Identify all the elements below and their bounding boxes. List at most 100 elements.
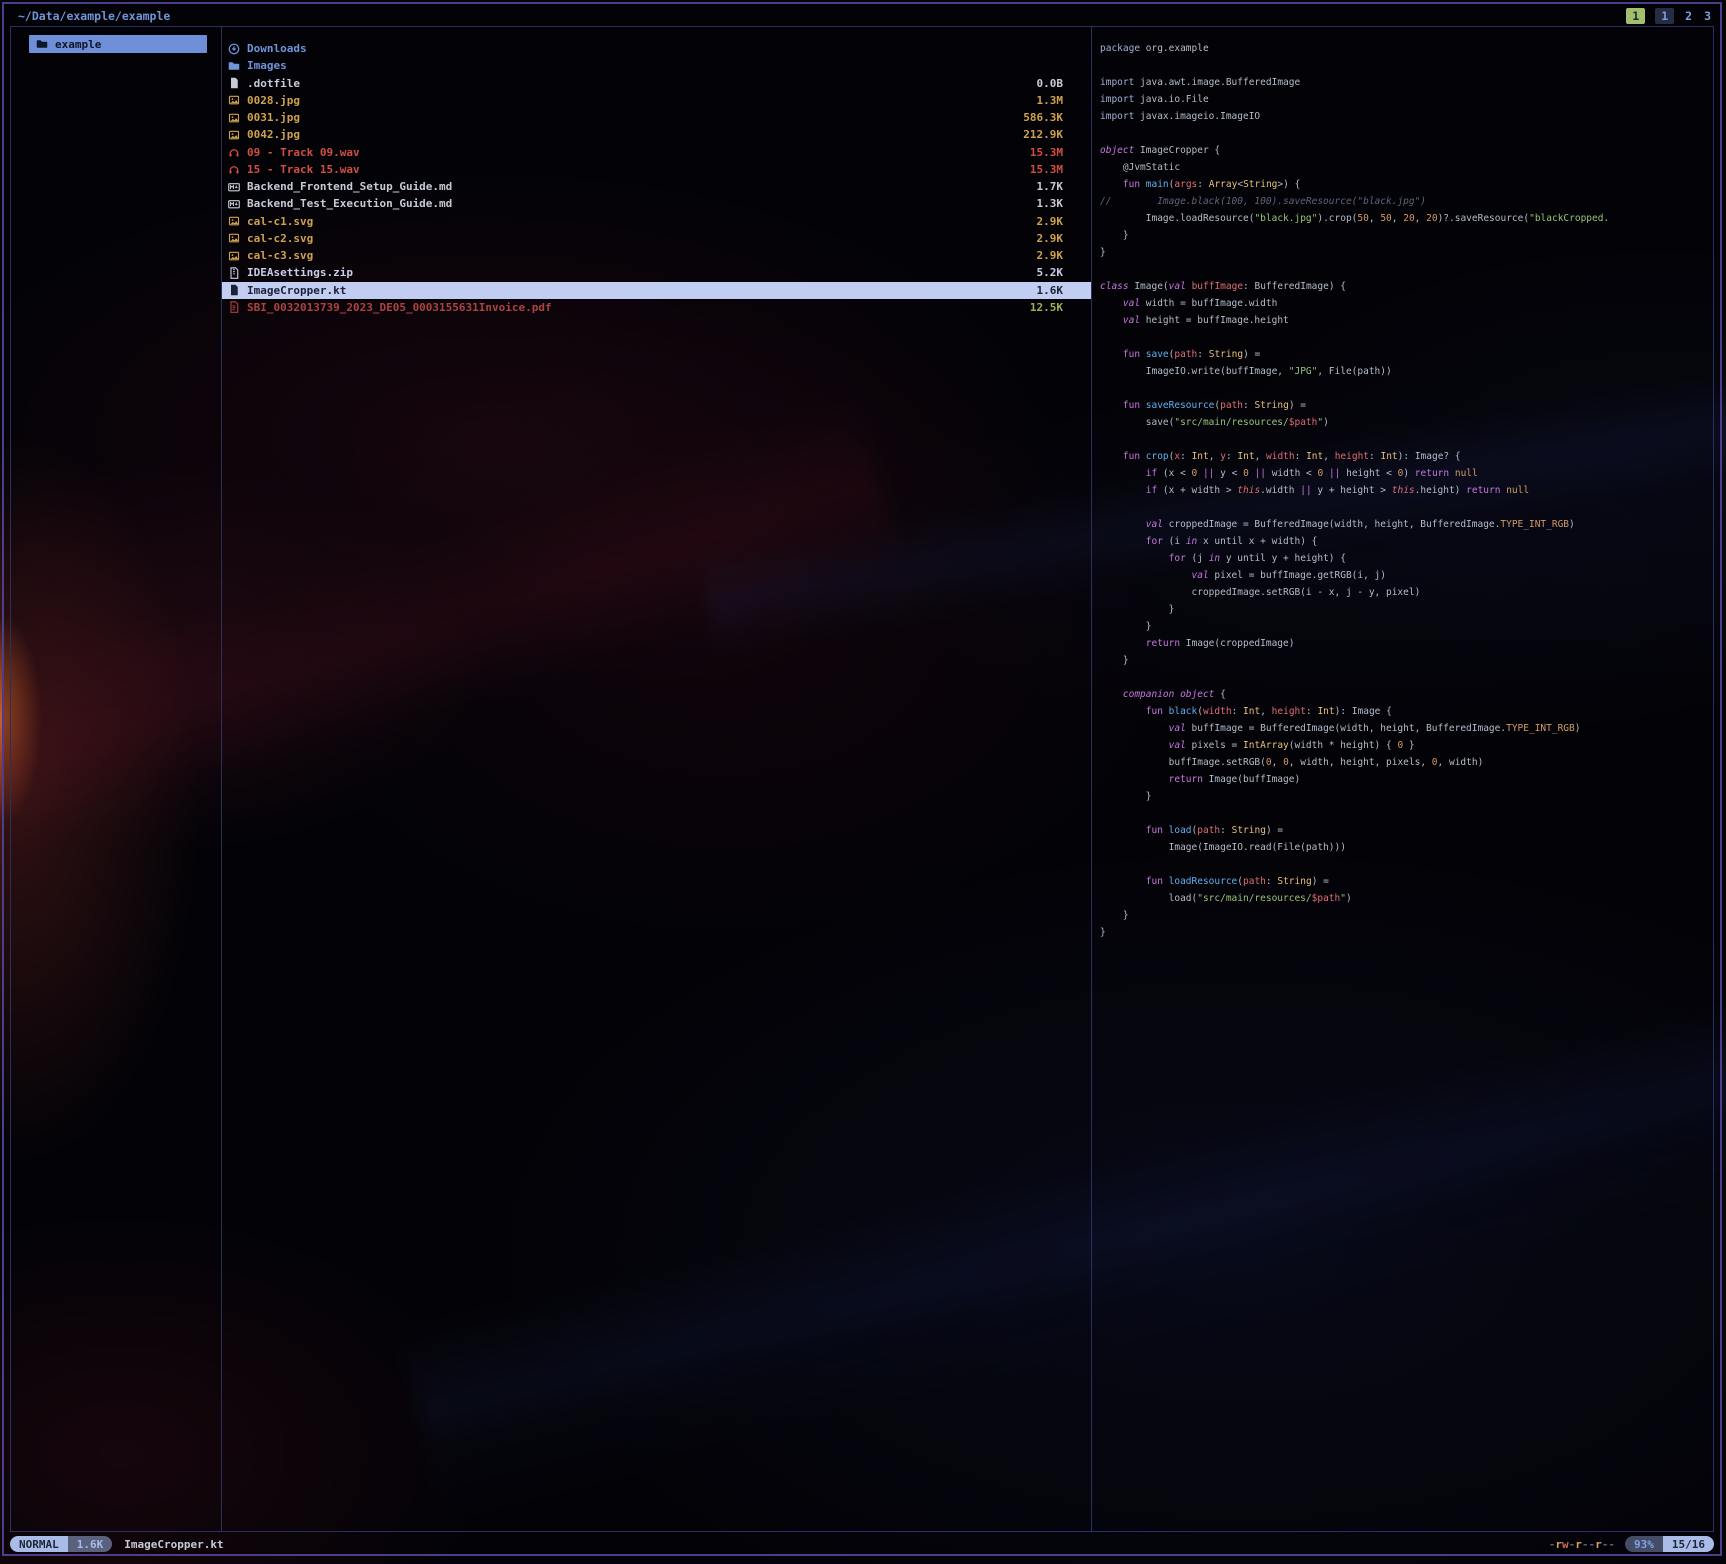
file-name: Backend_Frontend_Setup_Guide.md	[247, 180, 452, 193]
file-size: 2.9K	[1037, 249, 1064, 262]
file-size: 0.0B	[1037, 77, 1064, 90]
code-line: import java.awt.image.BufferedImage	[1100, 74, 1713, 91]
file-name: Backend_Test_Execution_Guide.md	[247, 197, 452, 210]
image-icon	[228, 215, 240, 227]
code-line: return Image(croppedImage)	[1100, 635, 1713, 652]
file-row[interactable]: Images	[222, 57, 1091, 74]
file-name: Images	[247, 59, 287, 72]
file-row[interactable]: Downloads	[222, 40, 1091, 57]
file-row[interactable]: Backend_Frontend_Setup_Guide.md 1.7K	[222, 178, 1091, 195]
file-size: 1.3M	[1037, 94, 1064, 107]
scroll-percent: 93%	[1625, 1536, 1663, 1552]
file-name: ImageCropper.kt	[247, 284, 346, 297]
code-line	[1100, 499, 1713, 516]
code-line: package org.example	[1100, 40, 1713, 57]
file-row[interactable]: cal-c1.svg2.9K	[222, 213, 1091, 230]
file-list-pane: DownloadsImages.dotfile0.0B0028.jpg1.3M0…	[222, 40, 1091, 1531]
code-line: fun loadResource(path: String) =	[1100, 873, 1713, 890]
file-size: 1.3K	[1037, 197, 1064, 210]
file-permissions: -rw-r--r--	[1549, 1538, 1615, 1551]
file-name: IDEAsettings.zip	[247, 266, 353, 279]
code-line: Image(ImageIO.read(File(path)))	[1100, 839, 1713, 856]
audio-icon	[228, 163, 240, 175]
file-row[interactable]: 09 - Track 09.wav 15.3M	[222, 144, 1091, 161]
code-line	[1100, 57, 1713, 74]
code-line: import java.io.File	[1100, 91, 1713, 108]
image-icon	[228, 94, 240, 106]
file-row[interactable]: ImageCropper.kt 1.6K	[222, 282, 1091, 299]
tab-bar: 1123	[1626, 8, 1712, 24]
file-size: 212.9K	[1023, 128, 1063, 141]
file-name: SBI_0032013739_2023_DE05_0003155631Invoi…	[247, 301, 552, 314]
file-size: 1.7K	[1037, 180, 1064, 193]
file-row[interactable]: 0028.jpg 1.3M	[222, 92, 1091, 109]
code-line: }	[1100, 652, 1713, 669]
file-row[interactable]: 0031.jpg 586.3K	[222, 109, 1091, 126]
status-filename: ImageCropper.kt	[124, 1538, 223, 1551]
file-size: 2.9K	[1037, 232, 1064, 245]
code-line: ImageIO.write(buffImage, "JPG", File(pat…	[1100, 363, 1713, 380]
code-line	[1100, 125, 1713, 142]
desktop-wallpaper: ~/Data/example/example 1123 example Down…	[0, 0, 1726, 1564]
tab-4[interactable]: 3	[1703, 8, 1712, 24]
file-name: 0028.jpg	[247, 94, 300, 107]
file-name: 09 - Track 09.wav	[247, 146, 360, 159]
code-line: import javax.imageio.ImageIO	[1100, 108, 1713, 125]
code-line: if (x < 0 || y < 0 || width < 0 || heigh…	[1100, 465, 1713, 482]
code-line: val pixel = buffImage.getRGB(i, j)	[1100, 567, 1713, 584]
code-line: fun black(width: Int, height: Int): Imag…	[1100, 703, 1713, 720]
code-line: Image.loadResource("black.jpg").crop(50,…	[1100, 210, 1713, 227]
code-line: companion object {	[1100, 686, 1713, 703]
mode-pill: NORMAL 1.6K	[10, 1536, 112, 1552]
pdf-icon	[228, 301, 240, 313]
folder-icon	[228, 60, 240, 72]
file-size: 586.3K	[1023, 111, 1063, 124]
file-row[interactable]: .dotfile 0.0B	[222, 75, 1091, 92]
file-row[interactable]: cal-c3.svg2.9K	[222, 247, 1091, 264]
code-line: val width = buffImage.width	[1100, 295, 1713, 312]
file-row[interactable]: 0042.jpg212.9K	[222, 126, 1091, 143]
code-line: }	[1100, 244, 1713, 261]
terminal-window: ~/Data/example/example 1123 example Down…	[2, 2, 1722, 1556]
code-line: fun saveResource(path: String) =	[1100, 397, 1713, 414]
file-row[interactable]: Backend_Test_Execution_Guide.md 1.3K	[222, 195, 1091, 212]
file-row[interactable]: 15 - Track 15.wav15.3M	[222, 161, 1091, 178]
code-line: val height = buffImage.height	[1100, 312, 1713, 329]
code-line	[1100, 669, 1713, 686]
breadcrumb-path: ~/Data/example/example	[18, 9, 170, 23]
file-row[interactable]: SBI_0032013739_2023_DE05_0003155631Invoi…	[222, 299, 1091, 316]
code-line: load("src/main/resources/$path")	[1100, 890, 1713, 907]
tab-2[interactable]: 1	[1655, 8, 1674, 24]
file-size: 2.9K	[1037, 215, 1064, 228]
code-line: val pixels = IntArray(width * height) { …	[1100, 737, 1713, 754]
code-preview-pane: package org.example import java.awt.imag…	[1092, 40, 1713, 1531]
code-line: val buffImage = BufferedImage(width, hei…	[1100, 720, 1713, 737]
file-icon	[228, 77, 240, 89]
tab-3[interactable]: 2	[1684, 8, 1693, 24]
file-size: 1.6K	[1037, 284, 1064, 297]
file-size: 15.3M	[1030, 163, 1063, 176]
file-size: 15.3M	[1030, 146, 1063, 159]
code-line	[1100, 261, 1713, 278]
tab-1[interactable]: 1	[1626, 8, 1645, 24]
file-icon	[228, 284, 240, 296]
image-icon	[228, 232, 240, 244]
file-row[interactable]: IDEAsettings.zip5.2K	[222, 264, 1091, 281]
code-line: return Image(buffImage)	[1100, 771, 1713, 788]
file-name: .dotfile	[247, 77, 300, 90]
parent-dir-item[interactable]: example	[29, 35, 207, 53]
markdown-icon	[228, 198, 240, 210]
code-line	[1100, 856, 1713, 873]
cursor-position: 15/16	[1663, 1536, 1714, 1552]
code-line: fun main(args: Array<String>) {	[1100, 176, 1713, 193]
file-row[interactable]: cal-c2.svg 2.9K	[222, 230, 1091, 247]
file-name: cal-c2.svg	[247, 232, 313, 245]
status-bar: NORMAL 1.6K ImageCropper.kt -rw-r--r-- 9…	[10, 1534, 1714, 1554]
folder-icon	[36, 38, 48, 50]
pane-container: example Downloads Images .dotfile 0.0B 0028.…	[10, 26, 1714, 1532]
code-line: croppedImage.setRGB(i - x, j - y, pixel)	[1100, 584, 1713, 601]
code-line: // Image.black(100, 100).saveResource("b…	[1100, 193, 1713, 210]
code-line: fun save(path: String) =	[1100, 346, 1713, 363]
file-name: 0031.jpg	[247, 111, 300, 124]
code-line	[1100, 805, 1713, 822]
